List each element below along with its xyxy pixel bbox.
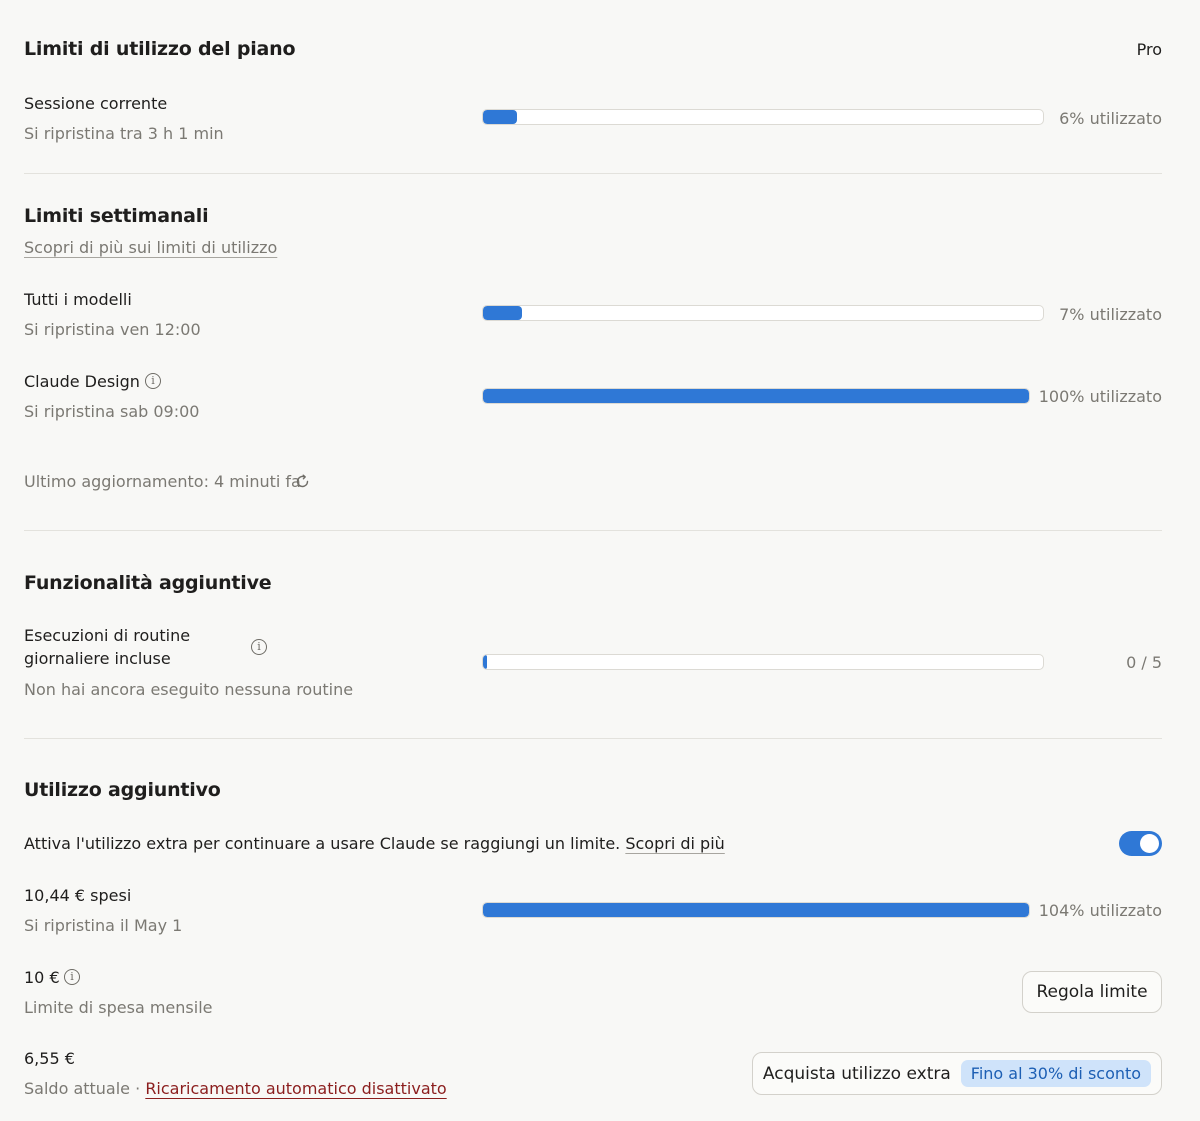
- routines-label-line1: Esecuzioni di routine: [24, 626, 191, 645]
- plan-limits-title: Limiti di utilizzo del piano: [24, 38, 296, 60]
- divider: [24, 530, 1162, 531]
- balance-sub: Saldo attuale: [24, 1079, 131, 1098]
- routines-progress-fill: [483, 655, 487, 669]
- buy-extra-usage-button[interactable]: Acquista utilizzo extra Fino al 30% di s…: [752, 1052, 1162, 1095]
- last-update-text: Ultimo aggiornamento: 4 minuti fa: [24, 472, 301, 491]
- adjust-limit-button[interactable]: Regola limite: [1022, 971, 1162, 1013]
- weekly-limits-title: Limiti settimanali: [24, 205, 209, 227]
- session-label: Sessione corrente: [24, 94, 168, 113]
- refresh-icon[interactable]: [294, 473, 311, 490]
- divider: [24, 738, 1162, 739]
- limit-label: 10 €: [24, 968, 60, 987]
- claude-design-info-icon[interactable]: i: [145, 373, 161, 389]
- spent-progress-bar: [482, 902, 1030, 918]
- routines-label-line2: giornaliere incluse: [24, 649, 171, 668]
- all-models-progress-fill: [483, 306, 523, 320]
- claude-design-progress-bar: [482, 388, 1030, 404]
- all-models-label: Tutti i modelli: [24, 290, 132, 309]
- claude-design-usage-text: 100% utilizzato: [1038, 387, 1162, 406]
- balance-label: 6,55 €: [24, 1049, 75, 1068]
- routines-sub: Non hai ancora eseguito nessuna routine: [24, 680, 354, 699]
- extra-usage-description-row: Attiva l'utilizzo extra per continuare a…: [24, 834, 725, 853]
- extra-usage-toggle[interactable]: [1119, 831, 1162, 856]
- plan-badge: Pro: [1136, 40, 1162, 59]
- spent-usage-text: 104% utilizzato: [1038, 901, 1162, 920]
- weekly-learn-more-link[interactable]: Scopri di più sui limiti di utilizzo: [24, 238, 277, 257]
- divider: [24, 173, 1162, 174]
- extra-usage-description: Attiva l'utilizzo extra per continuare a…: [24, 834, 621, 853]
- session-reset: Si ripristina tra 3 h 1 min: [24, 124, 224, 143]
- balance-separator: ·: [135, 1079, 141, 1098]
- features-title: Funzionalità aggiuntive: [24, 572, 272, 594]
- toggle-knob: [1140, 834, 1159, 853]
- auto-reload-link[interactable]: Ricaricamento automatico disattivato: [145, 1079, 446, 1098]
- extra-learn-more-link[interactable]: Scopri di più: [625, 834, 724, 853]
- balance-row: Saldo attuale · Ricaricamento automatico…: [24, 1079, 447, 1098]
- spent-label: 10,44 € spesi: [24, 886, 132, 905]
- all-models-usage-text: 7% utilizzato: [1059, 305, 1162, 324]
- routines-count: 0 / 5: [1126, 653, 1162, 672]
- limit-info-icon[interactable]: i: [64, 969, 80, 985]
- buy-extra-usage-label: Acquista utilizzo extra: [762, 1063, 951, 1084]
- all-models-progress-bar: [482, 305, 1044, 321]
- claude-design-label: Claude Design: [24, 372, 140, 391]
- session-progress-fill: [483, 110, 517, 124]
- spent-reset: Si ripristina il May 1: [24, 916, 183, 935]
- session-progress-bar: [482, 109, 1044, 125]
- routines-info-icon[interactable]: i: [251, 639, 267, 655]
- claude-design-progress-fill: [483, 389, 1029, 403]
- all-models-reset: Si ripristina ven 12:00: [24, 320, 201, 339]
- extra-usage-title: Utilizzo aggiuntivo: [24, 779, 221, 801]
- discount-badge: Fino al 30% di sconto: [960, 1060, 1152, 1087]
- spent-progress-fill: [483, 903, 1029, 917]
- session-usage-text: 6% utilizzato: [1059, 109, 1162, 128]
- claude-design-reset: Si ripristina sab 09:00: [24, 402, 200, 421]
- limit-sub: Limite di spesa mensile: [24, 998, 213, 1017]
- routines-progress-bar: [482, 654, 1044, 670]
